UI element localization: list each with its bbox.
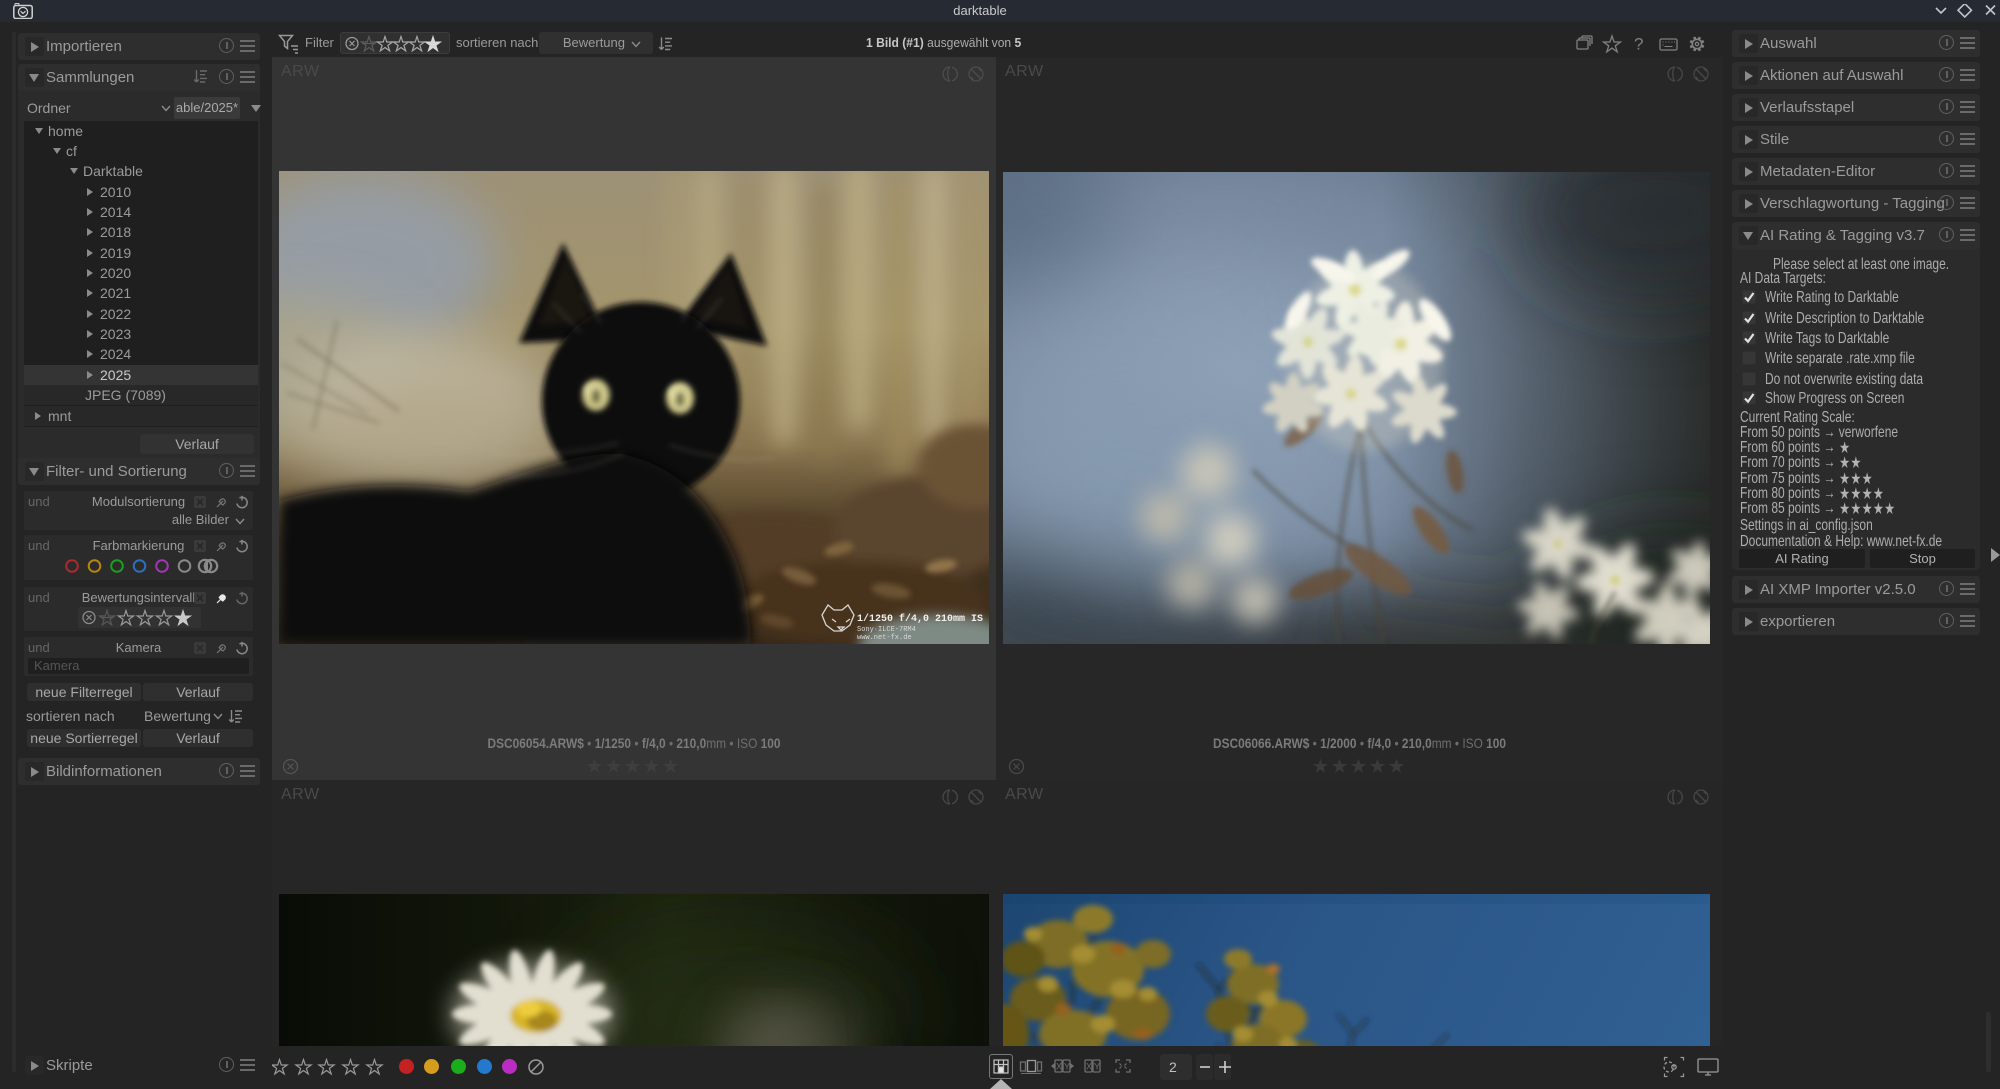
svg-text:X: X [1086,1062,1092,1072]
svg-text:Y: Y [1064,1062,1070,1072]
svg-text:Sony·ILCE-7RM4: Sony·ILCE-7RM4 [857,626,916,634]
svg-text:?: ? [1634,35,1643,54]
svg-text:1/1250 f/4,0 210mm IS: 1/1250 f/4,0 210mm IS [857,613,983,625]
svg-text:Y: Y [1094,1062,1100,1072]
svg-text:www.net-fx.de: www.net-fx.de [857,634,912,642]
svg-text:X: X [1056,1062,1062,1072]
